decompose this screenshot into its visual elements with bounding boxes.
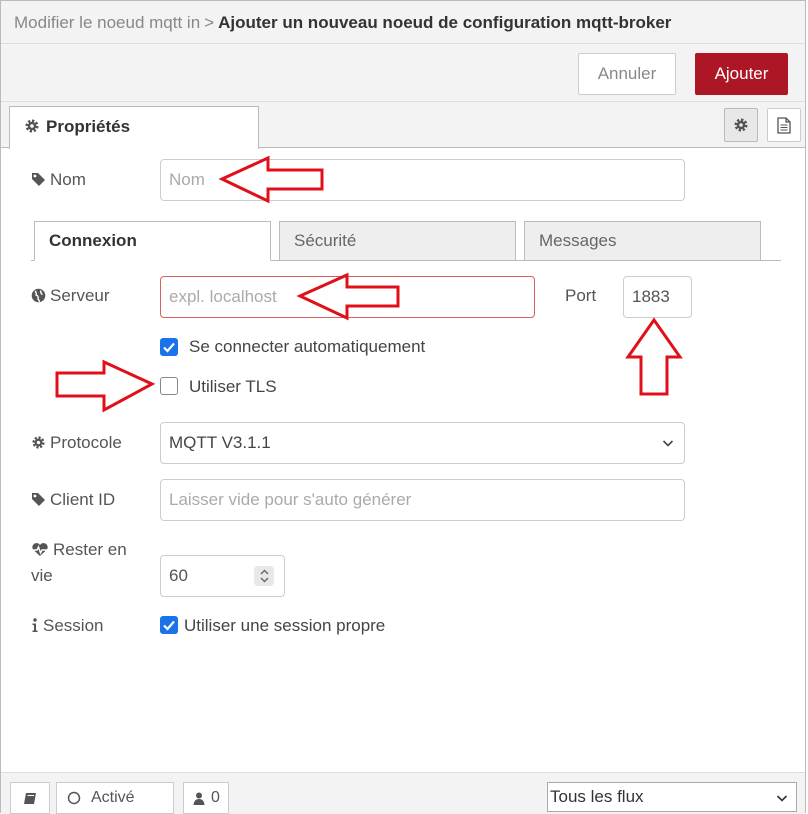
breadcrumb-parent-link[interactable]: Modifier le noeud mqtt in <box>14 13 200 32</box>
tag-icon <box>32 493 45 506</box>
users-count-button[interactable]: 0 <box>183 782 229 814</box>
keepalive-label-line2: vie <box>31 566 53 585</box>
cancel-button[interactable]: Annuler <box>578 53 676 95</box>
checkmark-icon <box>163 620 175 631</box>
heartbeat-icon <box>32 543 48 556</box>
tray-footer: Activé 0 Tous les flux <box>1 772 805 814</box>
clean-session-label: Utiliser une session propre <box>184 616 386 635</box>
tab-properties-label: Propriétés <box>46 117 131 136</box>
protocol-select[interactable]: MQTT V3.1.1 <box>160 422 685 464</box>
port-label: Port <box>565 286 597 305</box>
checkmark-icon <box>163 342 175 353</box>
tab-properties[interactable]: Propriétés <box>9 106 259 149</box>
scope-select[interactable]: Tous les flux <box>547 782 797 812</box>
keepalive-value: 60 <box>169 566 188 585</box>
keepalive-spinner[interactable] <box>254 566 274 586</box>
user-icon <box>193 792 205 805</box>
protocol-selected-value: MQTT V3.1.1 <box>169 433 271 452</box>
auto-connect-label: Se connecter automatiquement <box>189 337 426 356</box>
port-input[interactable]: 1883 <box>623 276 692 318</box>
help-button[interactable] <box>10 782 50 814</box>
use-tls-label: Utiliser TLS <box>189 377 277 396</box>
name-label: Nom <box>31 170 86 190</box>
add-button[interactable]: Ajouter <box>695 53 788 95</box>
users-count: 0 <box>211 789 220 806</box>
subtab-securite[interactable]: Sécurité <box>279 221 516 261</box>
globe-icon <box>31 288 46 303</box>
chevron-down-icon <box>776 795 788 802</box>
name-input[interactable]: Nom <box>160 159 685 201</box>
chevron-up-icon <box>260 569 268 575</box>
scope-selected-value: Tous les flux <box>550 787 644 806</box>
edit-tray: Modifier le noeud mqtt in > Ajouter un nou… <box>0 0 806 814</box>
enabled-label: Activé <box>91 789 135 806</box>
keepalive-input[interactable]: 60 <box>160 555 285 597</box>
client-id-input[interactable]: Laisser vide pour s'auto générer <box>160 479 685 521</box>
info-icon <box>32 618 38 632</box>
chevron-down-icon <box>662 440 674 447</box>
page-title: Ajouter un nouveau noeud de configuratio… <box>218 13 672 32</box>
tabs-bar: Propriétés <box>1 102 805 149</box>
keepalive-label-line1: Rester en <box>31 540 127 560</box>
tag-icon <box>32 173 45 186</box>
subtab-connexion[interactable]: Connexion <box>34 221 271 261</box>
breadcrumb: Modifier le noeud mqtt in > Ajouter un nou… <box>1 1 805 44</box>
settings-tab-button[interactable] <box>724 108 758 142</box>
clean-session-checkbox[interactable] <box>160 616 178 634</box>
server-label: Serveur <box>31 286 110 306</box>
chevron-down-icon <box>260 577 268 583</box>
circle-outline-icon <box>67 791 81 805</box>
gear-icon <box>734 118 748 132</box>
use-tls-checkbox[interactable] <box>160 377 178 395</box>
auto-connect-checkbox[interactable] <box>160 338 178 356</box>
book-icon <box>24 792 36 804</box>
tray-toolbar: Annuler Ajouter <box>1 44 805 102</box>
server-input[interactable]: expl. localhost <box>160 276 535 318</box>
document-icon <box>777 116 791 134</box>
description-tab-button[interactable] <box>767 108 801 142</box>
enabled-toggle[interactable]: Activé <box>56 782 174 814</box>
protocol-label: Protocole <box>31 433 122 453</box>
gear-icon <box>25 119 39 133</box>
gear-icon <box>32 436 45 449</box>
breadcrumb-separator: > <box>204 13 215 32</box>
subtab-messages[interactable]: Messages <box>524 221 761 261</box>
session-label: Session <box>31 616 103 636</box>
client-id-label: Client ID <box>31 490 115 510</box>
